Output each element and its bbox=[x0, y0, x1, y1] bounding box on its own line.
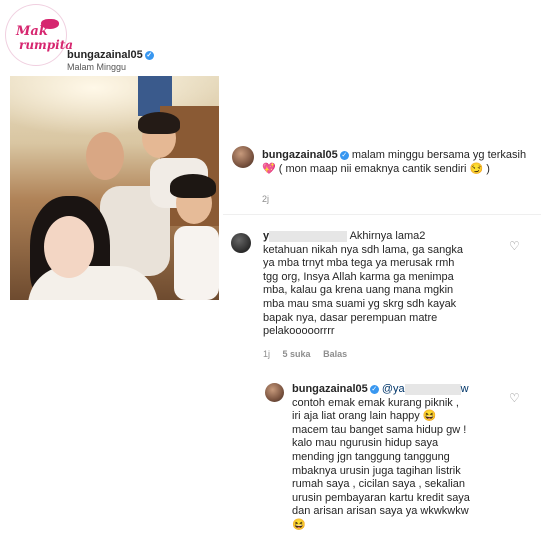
comment-line-5: mba, kalau ga krena uang mana mgkin bbox=[263, 284, 454, 297]
divider bbox=[223, 214, 541, 215]
reply-line: macem tau banget sama hidup gw ! bbox=[292, 423, 467, 436]
reply-line-1: bungazainal05 ✓ @ya w bbox=[292, 383, 507, 397]
brand-logo-line1: Mak bbox=[16, 24, 48, 39]
comment-line-text: Akhirnya lama2 bbox=[349, 230, 426, 242]
verified-badge-icon: ✓ bbox=[339, 150, 349, 160]
redacted-username bbox=[269, 230, 348, 242]
comment-time: 1j bbox=[263, 349, 271, 359]
comment-line-7: bapak nya, dasar perempuan matre bbox=[263, 311, 438, 324]
reply-line: kalo mau ngurusin hidup saya bbox=[292, 437, 439, 450]
reply-mention[interactable]: @ya w bbox=[382, 383, 469, 395]
reply-mention-suffix[interactable]: w bbox=[461, 383, 469, 395]
post-location[interactable]: Malam Minggu bbox=[67, 62, 126, 72]
post-username-text[interactable]: bungazainal05 bbox=[67, 49, 143, 61]
reply-line: iri aja liat orang lain happy 😆 bbox=[292, 410, 437, 423]
reply-button[interactable]: Balas bbox=[323, 349, 347, 359]
heart-outline-icon[interactable]: ♡ bbox=[509, 392, 521, 404]
reply-line: mending jgn tanggung tanggung bbox=[292, 450, 450, 463]
comment-line-4: tgg org, Insya Allah karma ga menimpa bbox=[263, 270, 454, 283]
reply-line: contoh emak emak kurang piknik , bbox=[292, 396, 459, 409]
comment-line-6: mba mau sma suami yg skrg sdh kayak bbox=[263, 297, 457, 310]
reply-line: urusin pembayaran kartu kredit saya bbox=[292, 491, 470, 504]
comment-likes[interactable]: 5 suka bbox=[283, 349, 311, 359]
photo-boy2-body bbox=[174, 226, 219, 300]
reply-line: 😆 bbox=[292, 518, 306, 531]
photo-woman-face bbox=[44, 216, 94, 278]
photo-woman-body bbox=[28, 266, 158, 300]
caption-text: bungazainal05 ✓ malam minggu bersama yg t… bbox=[262, 149, 534, 176]
reply-mention-prefix[interactable]: @ya bbox=[382, 383, 405, 395]
comment-line-3: ya mba trnyt mba tega ya merusak rmh bbox=[263, 257, 455, 270]
comment-line-2: ketahuan nikah nya sdh lama, ga sangka bbox=[263, 243, 463, 256]
reply-line: rumah saya , cicilan saya , sekalian bbox=[292, 478, 466, 491]
photo-boy1-hair bbox=[138, 112, 180, 134]
post-photo[interactable] bbox=[10, 76, 219, 300]
comment-line-8: pelakooooorrrr bbox=[263, 325, 335, 338]
post-username[interactable]: bungazainal05 ✓ bbox=[67, 49, 154, 61]
comment-line-1: y Akhirnya lama2 bbox=[263, 230, 508, 244]
comment-avatar[interactable] bbox=[231, 233, 251, 253]
reply-line: dan arisan arisan saya ya wkwkwkw bbox=[292, 505, 469, 518]
verified-badge-icon: ✓ bbox=[369, 384, 379, 394]
verified-badge-icon: ✓ bbox=[144, 50, 154, 60]
comment-meta: 1j 5 suka Balas bbox=[263, 349, 463, 359]
heart-outline-icon[interactable]: ♡ bbox=[509, 240, 521, 252]
caption-avatar[interactable] bbox=[232, 146, 254, 168]
photo-boy2-hair bbox=[170, 174, 216, 198]
reply-username[interactable]: bungazainal05 bbox=[292, 383, 368, 395]
caption-time: 2j bbox=[262, 194, 270, 204]
reply-text: bungazainal05 ✓ @ya w contoh emak emak kur… bbox=[292, 383, 507, 533]
photo-man-face bbox=[86, 132, 124, 180]
reply-avatar[interactable] bbox=[265, 383, 284, 402]
brand-logo-line2: rumpita bbox=[19, 38, 74, 52]
caption-username[interactable]: bungazainal05 bbox=[262, 149, 338, 161]
comment-text: y Akhirnya lama2 ketahuan nikah nya sdh … bbox=[263, 230, 508, 339]
post-header: Mak rumpita bungazainal05 ✓ Malam Minggu bbox=[0, 0, 223, 74]
redacted-mention bbox=[404, 383, 461, 395]
reply-line: mbaknya urusin juga tagihan listrik bbox=[292, 464, 461, 477]
brand-logo: Mak rumpita bbox=[6, 5, 73, 65]
